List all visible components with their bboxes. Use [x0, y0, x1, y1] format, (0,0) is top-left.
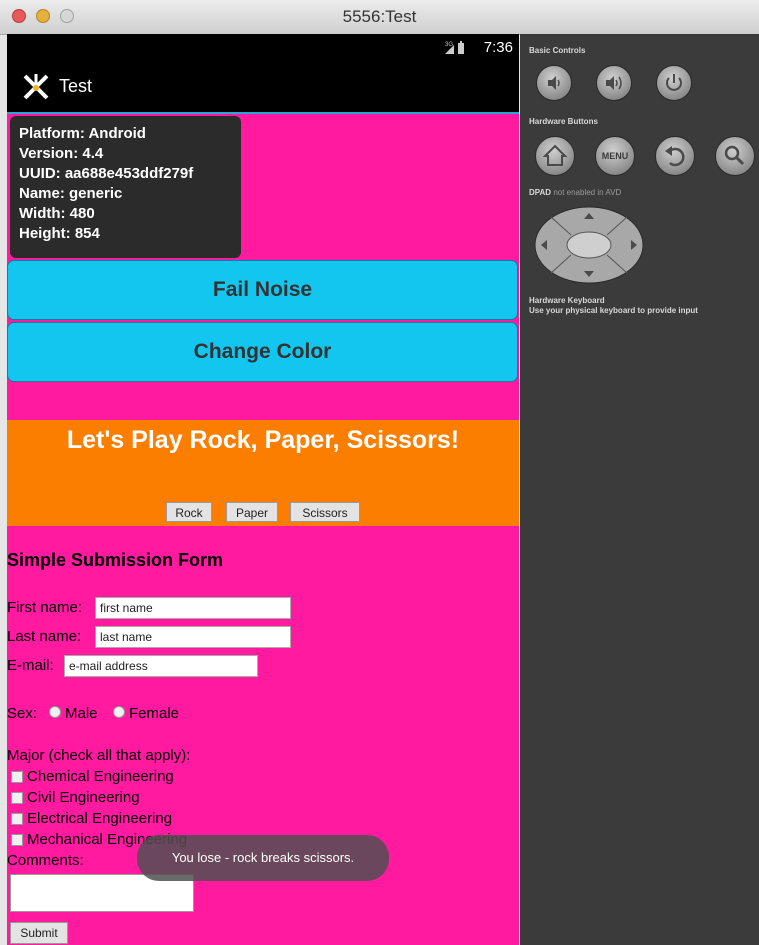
emulator-controls-panel: Basic Controls Hardware Buttons MENU DPA… [520, 34, 759, 945]
dpad-label: DPAD [529, 188, 552, 197]
chemical-engineering-label: Chemical Engineering [27, 768, 174, 785]
last-name-input[interactable]: last name [95, 626, 291, 648]
scissors-button[interactable]: Scissors [290, 502, 360, 522]
dpad-icon [534, 206, 644, 284]
home-button[interactable] [535, 136, 575, 176]
status-bar: 3G 7:36 [7, 34, 519, 60]
search-button[interactable] [715, 136, 755, 176]
paper-button[interactable]: Paper [226, 502, 278, 522]
sex-label: Sex: [7, 705, 38, 722]
female-radio[interactable] [113, 706, 125, 718]
back-icon [665, 146, 685, 167]
window-title: 5556:Test [342, 7, 417, 26]
submit-button[interactable]: Submit [10, 922, 68, 944]
home-icon [542, 144, 568, 166]
change-color-button[interactable]: Change Color [7, 322, 518, 382]
comments-label: Comments: [7, 852, 84, 869]
rps-section: Let's Play Rock, Paper, Scissors! Rock P… [7, 420, 519, 526]
action-bar: Test [7, 60, 519, 114]
hardware-keyboard-note: Hardware Keyboard Use your physical keyb… [529, 296, 698, 316]
back-button[interactable] [655, 136, 695, 176]
toast-message: You lose - rock breaks scissors. [137, 835, 389, 881]
electrical-engineering-label: Electrical Engineering [27, 810, 173, 827]
volume-down-button[interactable] [536, 65, 572, 101]
device-info-name: Name: generic [19, 185, 123, 202]
hardware-keyboard-label: Hardware Keyboard [529, 296, 605, 305]
volume-up-button[interactable] [596, 65, 632, 101]
device-info-uuid: UUID: aa688e453ddf279f [19, 165, 194, 182]
male-label: Male [65, 705, 98, 722]
rps-title: Let's Play Rock, Paper, Scissors! [66, 426, 460, 454]
volume-up-icon [606, 76, 622, 90]
cordova-app-icon [23, 74, 49, 100]
email-label: E-mail: [7, 657, 54, 674]
dpad-note: not enabled in AVD [553, 188, 622, 197]
signal-battery-icon: 3G [445, 41, 464, 54]
device-info-height: Height: 854 [19, 225, 100, 242]
email-input[interactable]: e-mail address [64, 655, 258, 677]
window-titlebar: 5556:Test [0, 0, 759, 35]
device-info-width: Width: 480 [19, 205, 95, 222]
female-label: Female [129, 705, 180, 722]
status-clock: 7:36 [483, 39, 513, 56]
civil-engineering-checkbox[interactable] [11, 792, 23, 804]
form-title: Simple Submission Form [7, 550, 224, 570]
civil-engineering-label: Civil Engineering [27, 789, 140, 806]
app-title: Test [59, 76, 93, 96]
mechanical-engineering-checkbox[interactable] [11, 834, 23, 846]
chemical-engineering-checkbox[interactable] [11, 771, 23, 783]
search-icon [724, 145, 745, 166]
male-radio[interactable] [49, 706, 61, 718]
device-info-panel: Platform: Android Version: 4.4 UUID: aa6… [10, 116, 241, 258]
major-label: Major (check all that apply): [7, 747, 191, 764]
electrical-engineering-checkbox[interactable] [11, 813, 23, 825]
device-info-version: Version: 4.4 [19, 145, 104, 162]
emulator-screen: 3G 7:36 Test Platform: Android Version: … [7, 34, 519, 945]
power-icon [666, 74, 682, 91]
menu-button[interactable]: MENU [595, 136, 635, 176]
basic-controls-label: Basic Controls [529, 46, 586, 55]
last-name-label: Last name: [7, 628, 82, 645]
first-name-label: First name: [7, 599, 83, 616]
power-button[interactable] [656, 65, 692, 101]
dpad-section-label: DPAD not enabled in AVD [529, 188, 621, 197]
hardware-keyboard-hint: Use your physical keyboard to provide in… [529, 306, 698, 315]
fail-noise-button[interactable]: Fail Noise [7, 260, 518, 320]
volume-down-icon [548, 76, 560, 90]
rock-button[interactable]: Rock [166, 502, 212, 522]
device-info-platform: Platform: Android [19, 125, 146, 142]
hardware-buttons-label: Hardware Buttons [529, 117, 598, 126]
first-name-input[interactable]: first name [95, 597, 291, 619]
